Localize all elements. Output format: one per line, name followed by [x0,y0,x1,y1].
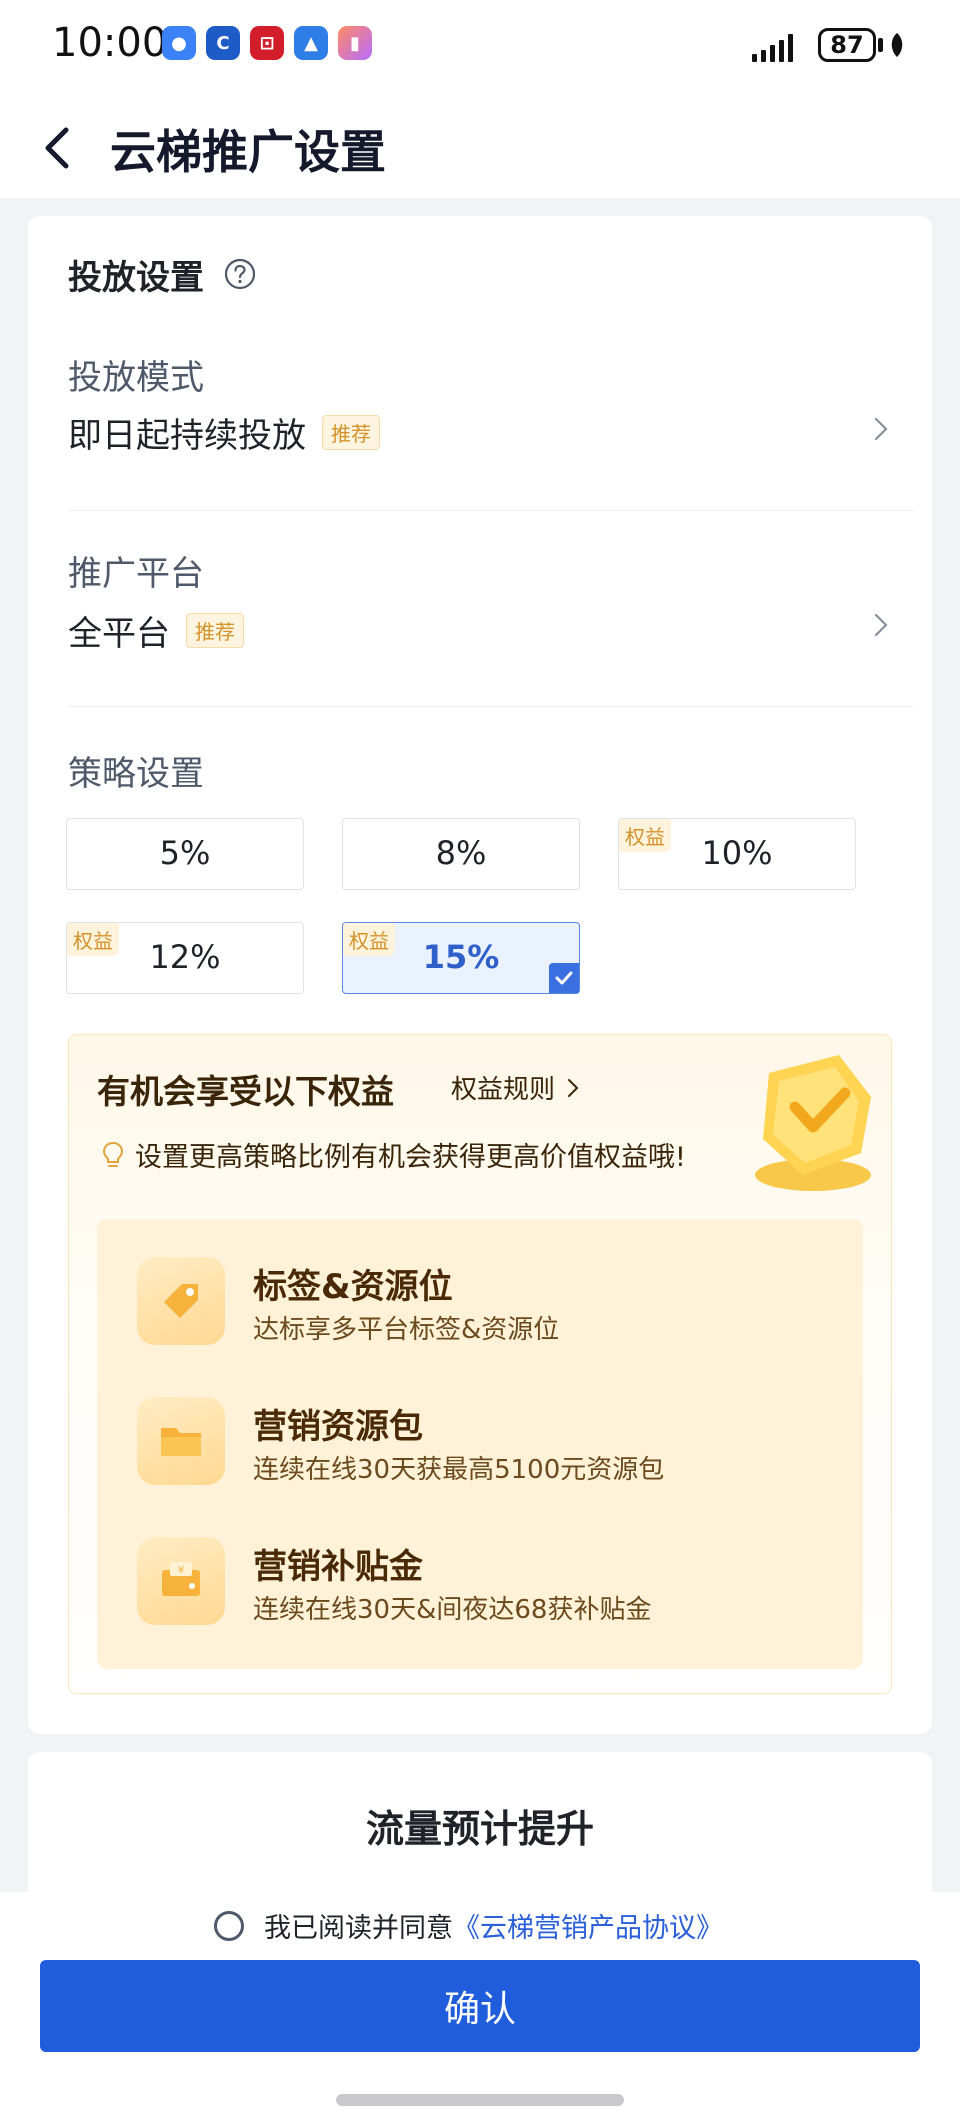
strategy-option-12[interactable]: 权益 12% [66,922,304,994]
nav-bar: 云梯推广设置 [0,100,960,198]
benefit-desc: 连续在线30天&间夜达68获补贴金 [253,1595,652,1625]
agree-text: 我已阅读并同意 [264,1913,453,1944]
benefit-desc: 连续在线30天获最高5100元资源包 [253,1455,665,1485]
medal-icon [755,1055,871,1191]
bottom-action-bar: 我已阅读并同意 《云梯营销产品协议》 确认 [0,1892,960,2122]
divider [68,706,914,707]
benefit-title: 营销资源包 [253,1407,423,1447]
tag-icon [137,1257,225,1345]
rights-panel: 有机会享受以下权益 权益规则 设置更高策略比例有机会获得更高价值权益哦! 标签&… [68,1034,892,1694]
rights-tip: 设置更高策略比例有机会获得更高价值权益哦! [101,1135,686,1174]
notification-icons: ● C ⊡ ▲ ▮ [162,26,372,60]
rights-rule-label: 权益规则 [451,1075,556,1105]
back-arrow-icon[interactable] [36,118,92,178]
delivery-mode-text: 即日起持续投放 [68,416,306,456]
confirm-button[interactable]: 确认 [40,1960,920,2052]
strategy-option-5[interactable]: 5% [66,818,304,890]
recommend-badge: 推荐 [186,613,244,648]
benefit-desc: 达标享多平台标签&资源位 [253,1315,560,1345]
home-indicator[interactable] [336,2094,624,2106]
selected-check-icon [549,963,579,993]
traffic-title: 流量预计提升 [365,1807,594,1851]
rights-tip-text: 设置更高策略比例有机会获得更高价值权益哦! [135,1142,686,1173]
signal-icon [752,32,793,62]
platform-label: 推广平台 [68,554,204,594]
delivery-settings-card: 投放设置 投放模式 即日起持续投放 推荐 推广平台 全平台 推荐 策略设置 5%… [28,216,932,1734]
divider [68,510,914,511]
recommend-badge: 推荐 [322,415,380,450]
option-value: 15% [422,938,500,976]
platform-value: 全平台 推荐 [68,606,244,655]
benefit-title: 营销补贴金 [253,1547,423,1587]
option-value: 12% [149,938,221,976]
rights-rule-link[interactable]: 权益规则 [451,1069,581,1106]
folder-icon [137,1397,225,1485]
benefit-item: 营销资源包 连续在线30天获最高5100元资源包 [97,1389,863,1509]
battery-level: 87 [830,31,864,59]
message-app-icon: ● [162,26,196,60]
icbc-app-icon: ⊡ [250,26,284,60]
chevron-right-icon [568,1078,579,1097]
delivery-mode-value: 即日起持续投放 推荐 [68,408,380,457]
delivery-mode-label: 投放模式 [68,358,204,398]
help-icon[interactable] [224,258,256,290]
bank-app-icon: C [206,26,240,60]
battery-icon: 87 [818,28,876,62]
section-title: 投放设置 [68,258,204,298]
strategy-option-10[interactable]: 权益 10% [618,818,856,890]
status-time: 10:00 [52,20,168,66]
platform-text: 全平台 [68,614,170,654]
power-save-icon [891,33,903,57]
option-value: 10% [701,834,773,872]
agreement-link[interactable]: 《云梯营销产品协议》 [453,1906,723,1945]
gallery-app-icon: ▮ [338,26,372,60]
chevron-right-icon[interactable] [870,610,892,640]
wallet-icon: ¥ [137,1537,225,1625]
chevron-right-icon[interactable] [870,414,892,444]
strategy-option-8[interactable]: 8% [342,818,580,890]
lightbulb-icon [102,1141,124,1167]
rights-title: 有机会享受以下权益 [97,1072,394,1111]
battery-tip [878,38,883,52]
benefit-title: 标签&资源位 [253,1267,453,1307]
strategy-label: 策略设置 [68,754,204,794]
option-value: 5% [159,834,211,872]
benefit-item: 标签&资源位 达标享多平台标签&资源位 [97,1249,863,1369]
agree-radio[interactable] [214,1910,244,1941]
benefits-list: 标签&资源位 达标享多平台标签&资源位 营销资源包 连续在线30天获最高5100… [97,1219,863,1669]
status-bar: 10:00 ● C ⊡ ▲ ▮ 87 [0,0,960,100]
svg-text:¥: ¥ [178,1565,184,1576]
strategy-option-15[interactable]: 权益 15% [342,922,580,994]
benefit-item: ¥ 营销补贴金 连续在线30天&间夜达68获补贴金 [97,1529,863,1649]
upload-app-icon: ▲ [294,26,328,60]
agreement-row[interactable]: 我已阅读并同意 《云梯营销产品协议》 [214,1906,723,1945]
option-value: 8% [435,834,487,872]
page-title: 云梯推广设置 [110,125,386,179]
